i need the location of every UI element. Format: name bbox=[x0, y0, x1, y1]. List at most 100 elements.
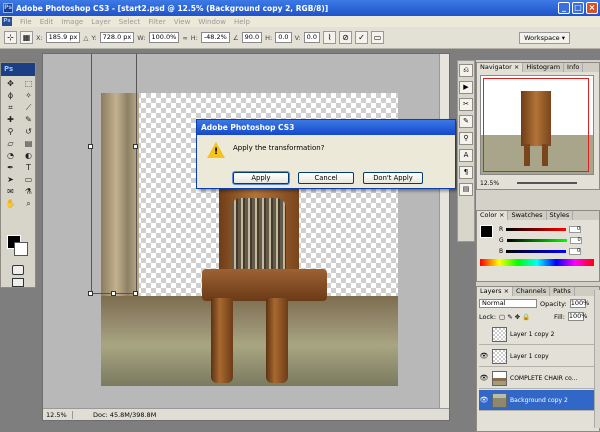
menu-help[interactable]: Help bbox=[234, 18, 250, 26]
hskew-field[interactable]: 0.0 bbox=[275, 32, 292, 43]
transform-handle[interactable] bbox=[88, 291, 93, 296]
tab-channels[interactable]: Channels bbox=[513, 287, 551, 296]
tab-info[interactable]: Info bbox=[564, 63, 584, 72]
dodge-tool-icon[interactable]: ◐ bbox=[20, 150, 37, 161]
shape-tool-icon[interactable]: ▭ bbox=[20, 174, 37, 185]
tool-presets-icon[interactable]: ✂ bbox=[459, 98, 473, 111]
cancel-button[interactable]: Cancel bbox=[298, 172, 354, 184]
layer-row-selected[interactable]: 👁 Background copy 2 bbox=[479, 390, 597, 411]
dont-apply-button[interactable]: Don't Apply bbox=[363, 172, 423, 184]
angle-field[interactable]: 90.0 bbox=[241, 32, 263, 43]
gradient-tool-icon[interactable]: ▤ bbox=[20, 138, 37, 149]
quick-mask-icon[interactable] bbox=[12, 265, 24, 275]
vskew-field[interactable]: 0.0 bbox=[303, 32, 321, 43]
eye-icon[interactable]: 👁 bbox=[479, 374, 489, 382]
clone-source-icon[interactable]: ⚲ bbox=[459, 132, 473, 145]
green-value[interactable]: 0 bbox=[569, 236, 582, 244]
color-panel-swatch[interactable] bbox=[480, 225, 493, 238]
move-tool-icon[interactable]: ✥ bbox=[2, 78, 19, 89]
history-panel-icon[interactable]: ⎌ bbox=[459, 64, 473, 77]
transform-bounding-box[interactable] bbox=[91, 54, 137, 294]
path-selection-tool-icon[interactable]: ➤ bbox=[2, 174, 19, 185]
red-value[interactable]: 0 bbox=[569, 225, 582, 233]
warp-icon[interactable]: ⌇ bbox=[323, 31, 337, 44]
blue-slider[interactable] bbox=[506, 249, 567, 253]
vertical-scrollbar[interactable] bbox=[439, 54, 449, 409]
menu-view[interactable]: View bbox=[174, 18, 191, 26]
paragraph-panel-icon[interactable]: ¶ bbox=[459, 166, 473, 179]
transform-handle[interactable] bbox=[88, 144, 93, 149]
transform-handle[interactable] bbox=[133, 144, 138, 149]
tab-layers[interactable]: Layers × bbox=[477, 287, 514, 296]
chain-icon[interactable]: ∞ bbox=[182, 34, 187, 42]
ps-menu-icon[interactable]: Ps bbox=[2, 17, 12, 26]
commit-transform-icon[interactable]: ✓ bbox=[355, 31, 369, 44]
tab-paths[interactable]: Paths bbox=[550, 287, 575, 296]
color-spectrum[interactable] bbox=[480, 259, 594, 266]
green-slider[interactable] bbox=[506, 238, 567, 242]
background-color-swatch[interactable] bbox=[14, 242, 28, 256]
brushes-panel-icon[interactable]: ✎ bbox=[459, 115, 473, 128]
height-field[interactable]: -48.2% bbox=[200, 32, 230, 43]
tab-histogram[interactable]: Histogram bbox=[523, 63, 565, 72]
blend-mode-select[interactable]: Normal bbox=[479, 299, 537, 308]
menu-edit[interactable]: Edit bbox=[40, 18, 54, 26]
pen-tool-icon[interactable]: ✒ bbox=[2, 162, 19, 173]
apply-button[interactable]: Apply bbox=[232, 171, 290, 185]
character-panel-icon[interactable]: A bbox=[459, 149, 473, 162]
maximize-button[interactable]: □ bbox=[572, 2, 584, 14]
transform-handle[interactable] bbox=[111, 291, 116, 296]
crop-tool-icon[interactable]: ⌗ bbox=[2, 102, 19, 113]
fill-field[interactable]: 100% bbox=[567, 312, 587, 321]
blue-value[interactable]: 0 bbox=[569, 247, 582, 255]
history-brush-tool-icon[interactable]: ↺ bbox=[20, 126, 37, 137]
clone-stamp-tool-icon[interactable]: ⚲ bbox=[2, 126, 19, 137]
type-tool-icon[interactable]: T bbox=[20, 162, 37, 173]
screen-mode-icon[interactable] bbox=[12, 278, 24, 287]
reference-point-icon[interactable]: ▦ bbox=[20, 31, 33, 44]
lasso-tool-icon[interactable]: ϕ bbox=[2, 90, 19, 101]
eyedropper-tool-icon[interactable]: ⚗ bbox=[20, 186, 37, 197]
lock-icons[interactable]: ▢ ✎ ✥ 🔒 bbox=[499, 313, 551, 321]
transform-handle[interactable] bbox=[133, 291, 138, 296]
red-slider[interactable] bbox=[506, 227, 567, 231]
navigator-zoom-slider[interactable] bbox=[517, 182, 577, 184]
tab-styles[interactable]: Styles bbox=[547, 211, 574, 220]
tab-swatches[interactable]: Swatches bbox=[508, 211, 547, 220]
cancel-transform-icon[interactable]: ⊘ bbox=[339, 31, 353, 44]
y-field[interactable]: 728.0 px bbox=[99, 32, 135, 43]
layer-row[interactable]: Layer 1 copy 2 bbox=[479, 324, 597, 345]
layer-row[interactable]: 👁 Layer 1 copy bbox=[479, 346, 597, 367]
layers-scrollbar[interactable] bbox=[594, 290, 600, 428]
width-field[interactable]: 100.0% bbox=[148, 32, 180, 43]
hand-tool-icon[interactable]: ✋ bbox=[2, 198, 19, 209]
eye-icon[interactable]: 👁 bbox=[479, 352, 489, 360]
eye-icon[interactable]: 👁 bbox=[479, 396, 489, 404]
notes-tool-icon[interactable]: ✉ bbox=[2, 186, 19, 197]
zoom-tool-icon[interactable]: ⌕ bbox=[20, 198, 37, 209]
slice-tool-icon[interactable]: ⟋ bbox=[20, 102, 37, 113]
link-icon[interactable]: △ bbox=[83, 34, 88, 42]
tab-color[interactable]: Color × bbox=[477, 211, 509, 220]
marquee-tool-icon[interactable]: ⬚ bbox=[20, 78, 37, 89]
navigator-view-box[interactable] bbox=[483, 78, 589, 172]
actions-panel-icon[interactable]: ▶ bbox=[459, 81, 473, 94]
workspace-menu[interactable]: Workspace ▾ bbox=[519, 31, 570, 44]
close-button[interactable]: × bbox=[586, 2, 598, 14]
layer-comps-icon[interactable]: ▤ bbox=[459, 183, 473, 196]
x-field[interactable]: 185.9 px bbox=[45, 32, 81, 43]
magic-wand-tool-icon[interactable]: ✧ bbox=[20, 90, 37, 101]
opacity-field[interactable]: 100% bbox=[569, 299, 589, 308]
menu-file[interactable]: File bbox=[20, 18, 32, 26]
menu-window[interactable]: Window bbox=[198, 18, 226, 26]
transform-tool-icon[interactable]: ⊹ bbox=[4, 31, 17, 44]
navigator-zoom[interactable]: 12.5% bbox=[480, 180, 499, 187]
minimize-button[interactable]: _ bbox=[558, 2, 570, 14]
menu-select[interactable]: Select bbox=[119, 18, 141, 26]
layer-row[interactable]: 👁 COMPLETE CHAIR co... bbox=[479, 368, 597, 389]
brush-tool-icon[interactable]: ✎ bbox=[20, 114, 37, 125]
menu-image[interactable]: Image bbox=[61, 18, 83, 26]
healing-tool-icon[interactable]: ✚ bbox=[2, 114, 19, 125]
tab-navigator[interactable]: Navigator × bbox=[477, 63, 524, 72]
brush-preset-icon[interactable]: ▭ bbox=[371, 31, 385, 44]
